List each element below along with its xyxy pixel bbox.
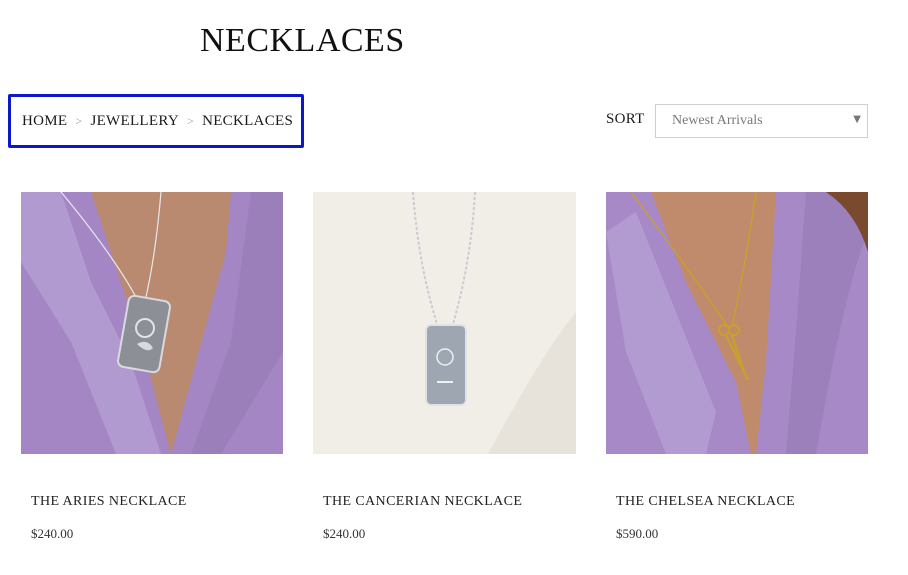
product-card[interactable]: THE ARIES NECKLACE $240.00: [21, 192, 283, 542]
product-image[interactable]: [313, 192, 576, 454]
product-card[interactable]: THE CHELSEA NECKLACE $590.00: [606, 192, 868, 542]
product-price: $240.00: [323, 526, 366, 541]
breadcrumb-separator: >: [186, 113, 195, 128]
sort-selected-value: Newest Arrivals: [672, 113, 763, 128]
page-title: NECKLACES: [200, 22, 405, 59]
breadcrumb: HOME > JEWELLERY > NECKLACES: [8, 94, 304, 148]
sort-label: SORT: [606, 111, 645, 127]
breadcrumb-necklaces-link[interactable]: NECKLACES: [202, 113, 293, 130]
product-name[interactable]: THE CHELSEA NECKLACE: [606, 494, 868, 510]
product-name[interactable]: THE ARIES NECKLACE: [21, 494, 283, 510]
product-card[interactable]: THE CANCERIAN NECKLACE $240.00: [313, 192, 576, 542]
product-image[interactable]: [21, 192, 283, 454]
chevron-down-icon: ▼: [853, 114, 861, 125]
breadcrumb-home-link[interactable]: HOME: [22, 113, 67, 130]
product-name[interactable]: THE CANCERIAN NECKLACE: [313, 494, 576, 510]
breadcrumb-jewellery-link[interactable]: JEWELLERY: [90, 113, 179, 130]
product-price: $240.00: [31, 526, 74, 541]
product-image[interactable]: [606, 192, 868, 454]
product-price: $590.00: [616, 526, 659, 541]
sort-select[interactable]: Newest Arrivals ▼: [655, 104, 868, 138]
breadcrumb-separator: >: [75, 113, 83, 128]
